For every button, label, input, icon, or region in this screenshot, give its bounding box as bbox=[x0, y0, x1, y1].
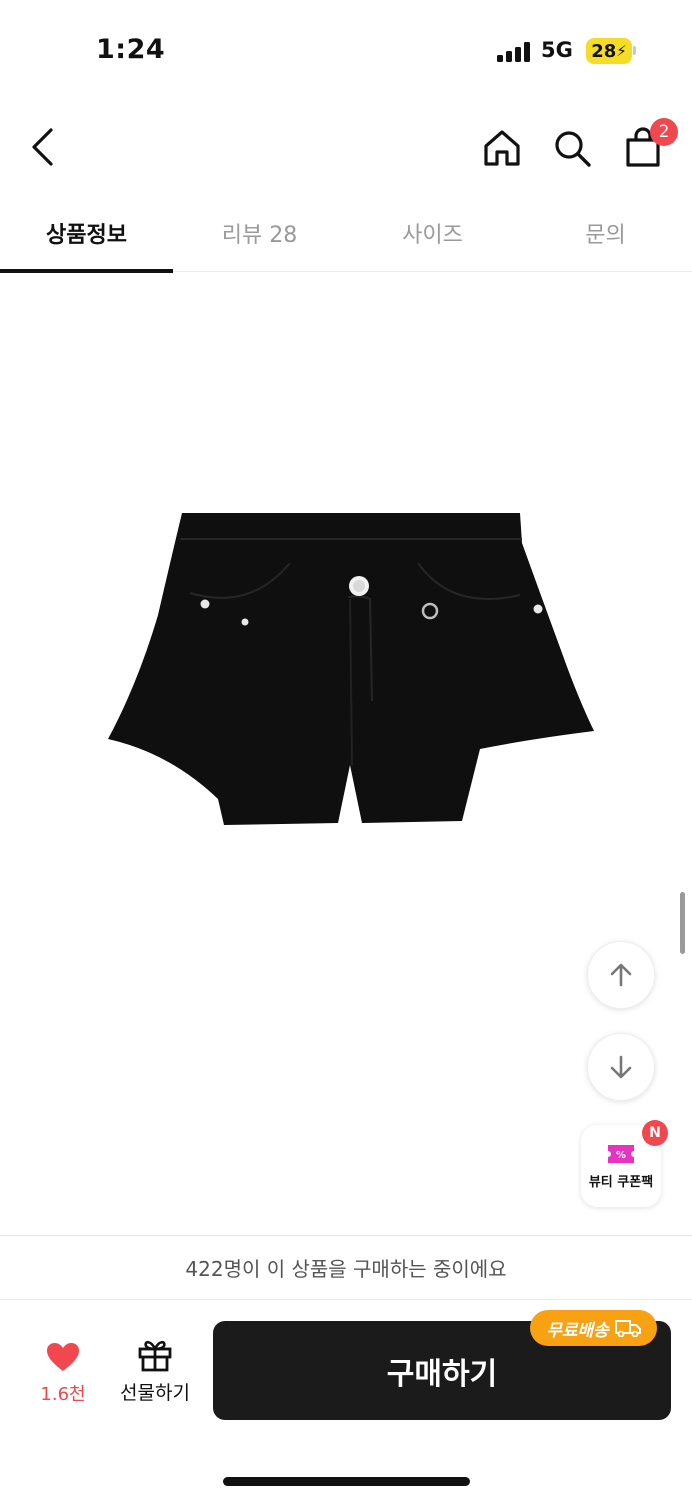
status-time: 1:24 bbox=[96, 34, 166, 65]
tab-product-info[interactable]: 상품정보 bbox=[0, 195, 173, 273]
free-shipping-label: 무료배송 bbox=[546, 1320, 609, 1341]
tab-inquiry[interactable]: 문의 bbox=[519, 195, 692, 272]
product-image-shorts bbox=[108, 513, 594, 825]
chevron-left-icon bbox=[32, 128, 53, 166]
delivery-truck-icon bbox=[614, 1320, 641, 1337]
arrow-up-icon bbox=[610, 963, 632, 987]
battery-level: 28 bbox=[591, 40, 617, 62]
battery-tip bbox=[633, 46, 636, 55]
new-badge: N bbox=[642, 1120, 668, 1146]
scrollbar[interactable] bbox=[680, 892, 685, 954]
search-button[interactable] bbox=[548, 124, 596, 172]
heart-icon bbox=[47, 1343, 79, 1371]
like-button[interactable]: 1.6천 bbox=[24, 1342, 102, 1408]
arrow-down-icon bbox=[610, 1055, 632, 1079]
signal-icon bbox=[497, 42, 531, 62]
home-button[interactable] bbox=[478, 124, 526, 172]
bottom-purchase-bar: 422명이 이 상품을 구매하는 중이에요 1.6천 선물하기 구매하기 무료배… bbox=[0, 1235, 692, 1500]
gift-button[interactable]: 선물하기 bbox=[110, 1338, 200, 1408]
tab-reviews[interactable]: 리뷰 28 bbox=[173, 195, 346, 272]
back-button[interactable] bbox=[20, 122, 64, 172]
coupon-label: 뷰티 쿠폰팩 bbox=[588, 1174, 654, 1190]
search-icon bbox=[555, 131, 591, 167]
coupon-ticket-icon: % bbox=[608, 1144, 634, 1163]
buyers-notice: 422명이 이 상품을 구매하는 중이에요 bbox=[0, 1236, 692, 1300]
battery-icon: 28 ⚡ bbox=[586, 38, 632, 64]
home-icon bbox=[484, 130, 520, 166]
svg-text:%: % bbox=[616, 1150, 626, 1161]
home-indicator bbox=[223, 1477, 470, 1486]
status-bar: 1:24 5G 28 ⚡ bbox=[0, 0, 692, 100]
scroll-down-button[interactable] bbox=[587, 1033, 655, 1101]
cart-count-badge: 2 bbox=[650, 118, 678, 146]
tab-size[interactable]: 사이즈 bbox=[346, 195, 519, 272]
network-label: 5G bbox=[541, 38, 573, 62]
gift-icon bbox=[138, 1340, 172, 1372]
scroll-up-button[interactable] bbox=[587, 941, 655, 1009]
product-detail-area bbox=[0, 273, 692, 1235]
free-shipping-badge: 무료배송 bbox=[530, 1310, 657, 1346]
like-count: 1.6천 bbox=[40, 1384, 86, 1405]
top-navigation bbox=[0, 100, 692, 195]
product-tabs: 상품정보 리뷰 28 사이즈 문의 bbox=[0, 195, 692, 273]
gift-label: 선물하기 bbox=[120, 1382, 190, 1404]
